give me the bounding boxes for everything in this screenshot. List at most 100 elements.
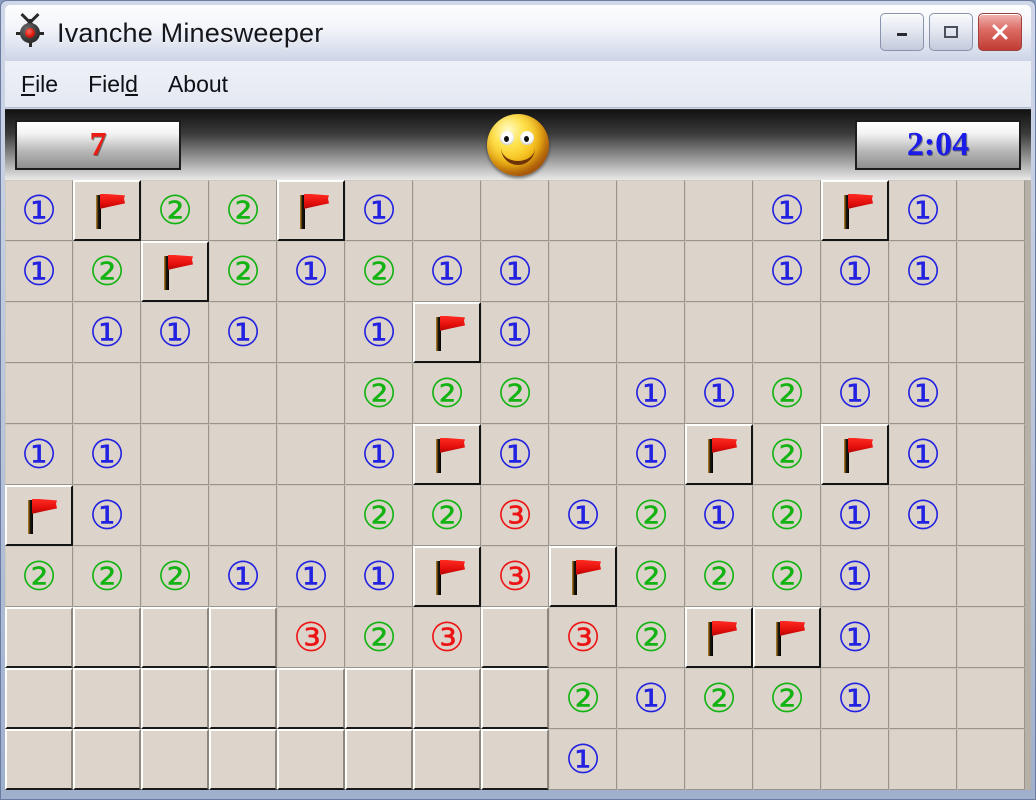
- cell-empty[interactable]: [549, 302, 617, 363]
- cell-empty[interactable]: [617, 180, 685, 241]
- cell-empty[interactable]: [889, 607, 957, 668]
- cell-empty[interactable]: [73, 363, 141, 424]
- menu-item-field[interactable]: Field: [88, 71, 138, 98]
- cell-empty[interactable]: [957, 607, 1025, 668]
- cell-number-1[interactable]: ①: [73, 302, 141, 363]
- cell-covered[interactable]: [481, 729, 549, 790]
- cell-number-1[interactable]: ①: [73, 424, 141, 485]
- cell-flag[interactable]: [685, 424, 753, 485]
- cell-flag[interactable]: [413, 302, 481, 363]
- cell-empty[interactable]: [957, 302, 1025, 363]
- cell-number-2[interactable]: ②: [753, 668, 821, 729]
- cell-covered[interactable]: [277, 668, 345, 729]
- cell-number-1[interactable]: ①: [617, 668, 685, 729]
- cell-empty[interactable]: [141, 485, 209, 546]
- cell-number-1[interactable]: ①: [549, 485, 617, 546]
- cell-empty[interactable]: [549, 363, 617, 424]
- cell-number-1[interactable]: ①: [209, 546, 277, 607]
- cell-empty[interactable]: [753, 729, 821, 790]
- cell-empty[interactable]: [277, 302, 345, 363]
- cell-empty[interactable]: [549, 424, 617, 485]
- cell-number-1[interactable]: ①: [889, 241, 957, 302]
- cell-covered[interactable]: [5, 668, 73, 729]
- cell-flag[interactable]: [73, 180, 141, 241]
- cell-empty[interactable]: [685, 729, 753, 790]
- cell-covered[interactable]: [73, 729, 141, 790]
- cell-covered[interactable]: [481, 668, 549, 729]
- cell-number-1[interactable]: ①: [5, 424, 73, 485]
- cell-covered[interactable]: [141, 607, 209, 668]
- cell-number-2[interactable]: ②: [753, 546, 821, 607]
- cell-empty[interactable]: [957, 668, 1025, 729]
- cell-number-2[interactable]: ②: [753, 363, 821, 424]
- cell-number-1[interactable]: ①: [753, 241, 821, 302]
- cell-number-1[interactable]: ①: [821, 668, 889, 729]
- cell-number-2[interactable]: ②: [617, 546, 685, 607]
- cell-empty[interactable]: [277, 424, 345, 485]
- cell-covered[interactable]: [209, 729, 277, 790]
- cell-covered[interactable]: [413, 729, 481, 790]
- cell-empty[interactable]: [821, 302, 889, 363]
- cell-number-2[interactable]: ②: [141, 180, 209, 241]
- cell-number-2[interactable]: ②: [209, 241, 277, 302]
- cell-empty[interactable]: [957, 241, 1025, 302]
- cell-flag[interactable]: [549, 546, 617, 607]
- cell-flag[interactable]: [821, 180, 889, 241]
- cell-number-1[interactable]: ①: [617, 424, 685, 485]
- cell-number-2[interactable]: ②: [481, 363, 549, 424]
- cell-number-1[interactable]: ①: [889, 485, 957, 546]
- cell-number-2[interactable]: ②: [617, 485, 685, 546]
- cell-number-2[interactable]: ②: [413, 485, 481, 546]
- cell-covered[interactable]: [413, 668, 481, 729]
- cell-empty[interactable]: [209, 424, 277, 485]
- cell-number-2[interactable]: ②: [5, 546, 73, 607]
- cell-number-2[interactable]: ②: [413, 363, 481, 424]
- cell-number-2[interactable]: ②: [753, 424, 821, 485]
- cell-number-2[interactable]: ②: [685, 668, 753, 729]
- cell-number-1[interactable]: ①: [345, 180, 413, 241]
- cell-number-1[interactable]: ①: [549, 729, 617, 790]
- cell-empty[interactable]: [889, 546, 957, 607]
- cell-empty[interactable]: [209, 363, 277, 424]
- cell-number-2[interactable]: ②: [345, 485, 413, 546]
- cell-number-2[interactable]: ②: [209, 180, 277, 241]
- cell-number-1[interactable]: ①: [821, 607, 889, 668]
- cell-flag[interactable]: [821, 424, 889, 485]
- cell-covered[interactable]: [73, 668, 141, 729]
- cell-empty[interactable]: [821, 729, 889, 790]
- cell-number-2[interactable]: ②: [617, 607, 685, 668]
- cell-covered[interactable]: [141, 668, 209, 729]
- cell-number-1[interactable]: ①: [481, 241, 549, 302]
- cell-empty[interactable]: [753, 302, 821, 363]
- cell-covered[interactable]: [5, 729, 73, 790]
- cell-number-2[interactable]: ②: [685, 546, 753, 607]
- cell-number-1[interactable]: ①: [345, 302, 413, 363]
- cell-number-1[interactable]: ①: [481, 302, 549, 363]
- cell-covered[interactable]: [345, 729, 413, 790]
- cell-number-1[interactable]: ①: [753, 180, 821, 241]
- cell-empty[interactable]: [277, 363, 345, 424]
- cell-covered[interactable]: [277, 729, 345, 790]
- cell-empty[interactable]: [957, 363, 1025, 424]
- cell-number-1[interactable]: ①: [821, 363, 889, 424]
- cell-covered[interactable]: [345, 668, 413, 729]
- cell-number-3[interactable]: ③: [277, 607, 345, 668]
- cell-empty[interactable]: [957, 424, 1025, 485]
- smiley-face-button[interactable]: [487, 114, 549, 176]
- cell-number-3[interactable]: ③: [481, 485, 549, 546]
- cell-flag[interactable]: [277, 180, 345, 241]
- cell-empty[interactable]: [957, 485, 1025, 546]
- cell-empty[interactable]: [957, 729, 1025, 790]
- cell-flag[interactable]: [5, 485, 73, 546]
- cell-empty[interactable]: [617, 302, 685, 363]
- cell-empty[interactable]: [617, 241, 685, 302]
- cell-number-2[interactable]: ②: [73, 546, 141, 607]
- menu-item-file[interactable]: File: [21, 71, 58, 98]
- cell-number-1[interactable]: ①: [685, 485, 753, 546]
- cell-number-3[interactable]: ③: [413, 607, 481, 668]
- maximize-button[interactable]: [929, 13, 973, 51]
- minimize-button[interactable]: [880, 13, 924, 51]
- cell-empty[interactable]: [685, 302, 753, 363]
- cell-number-2[interactable]: ②: [753, 485, 821, 546]
- cell-covered[interactable]: [141, 729, 209, 790]
